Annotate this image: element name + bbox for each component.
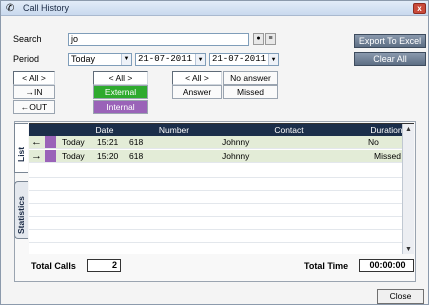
period-label: Period — [13, 54, 40, 64]
chevron-down-icon: ▼ — [121, 54, 131, 65]
location-all-toggle[interactable]: < All > — [93, 71, 148, 85]
date-from-value: 21-07-2011 — [138, 54, 193, 64]
call-table: Date Number Contact Duration ← Today 15:… — [29, 123, 414, 255]
window-title: Call History — [23, 3, 70, 13]
search-label: Search — [13, 34, 42, 44]
arrow-right-icon: → — [31, 150, 42, 162]
tab-list[interactable]: List — [14, 123, 28, 173]
table-row[interactable]: ← Today 15:21 618 Johnny No answer — [29, 136, 402, 160]
date-to-value: 21-07-2011 — [212, 54, 267, 64]
list-icon[interactable]: ≡ — [265, 33, 276, 45]
total-calls-label: Total Calls — [31, 261, 76, 271]
cell-contact: Johnny — [222, 137, 250, 147]
location-external-toggle[interactable]: External — [93, 85, 148, 99]
answer-toggle[interactable]: Answer — [172, 85, 222, 99]
no-answer-toggle[interactable]: No answer — [223, 71, 278, 85]
close-window-button[interactable]: x — [413, 3, 426, 14]
column-contact[interactable]: Contact — [219, 124, 359, 136]
search-input[interactable]: jo — [68, 33, 249, 46]
internal-marker — [45, 150, 56, 162]
table-header: Date Number Contact Duration — [29, 124, 414, 136]
direction-in-label: IN — [34, 87, 43, 97]
internal-marker — [45, 136, 56, 148]
phone-icon: ✆ — [6, 3, 15, 14]
close-button[interactable]: Close — [377, 289, 424, 304]
direction-out-toggle[interactable]: ←OUT — [13, 100, 55, 114]
total-time-value: 00:00:00 — [359, 259, 414, 272]
arrow-right-icon: → — [25, 87, 35, 97]
cell-number: 618 — [129, 151, 144, 161]
clear-all-button[interactable]: Clear All — [354, 52, 426, 66]
period-value: Today — [71, 54, 96, 64]
direction-in-toggle[interactable]: →IN — [13, 85, 55, 99]
table-row[interactable]: → Today 15:20 618 Johnny Missed — [29, 150, 402, 163]
date-to-field[interactable]: 21-07-2011 ▼ — [209, 53, 279, 66]
total-calls-value: 2 — [87, 259, 121, 272]
totals-bar: Total Calls 2 Total Time 00:00:00 — [29, 254, 414, 278]
cell-time: 15:21 — [97, 137, 119, 147]
column-number[interactable]: Number — [129, 124, 219, 136]
location-internal-toggle[interactable]: Internal — [93, 100, 148, 114]
cell-duration: Missed — [374, 151, 401, 161]
cell-contact: Johnny — [222, 151, 250, 161]
arrow-left-icon: ← — [20, 102, 30, 112]
chevron-down-icon: ▼ — [268, 54, 278, 65]
column-date[interactable]: Date — [77, 124, 132, 136]
chevron-down-icon: ▼ — [195, 54, 205, 65]
missed-toggle[interactable]: Missed — [223, 85, 278, 99]
grid-line — [29, 190, 402, 191]
direction-all-toggle[interactable]: < All > — [13, 71, 55, 85]
grid-line — [29, 242, 402, 243]
scroll-up-icon[interactable]: ▲ — [403, 124, 414, 135]
grid-line — [29, 177, 402, 178]
view-tabs: List Statistics — [14, 123, 29, 239]
grid-line — [29, 229, 402, 230]
vertical-scrollbar[interactable]: ▲ ▼ — [402, 124, 414, 255]
date-from-field[interactable]: 21-07-2011 ▼ — [135, 53, 206, 66]
cell-day: Today — [62, 137, 85, 147]
export-excel-button[interactable]: Export To Excel — [354, 34, 426, 48]
cell-day: Today — [62, 151, 85, 161]
total-time-label: Total Time — [304, 261, 349, 271]
period-select[interactable]: Today ▼ — [68, 53, 132, 66]
title-bar: ✆ Call History x — [1, 1, 428, 16]
call-history-window: ✆ Call History x Search jo ● ≡ Period To… — [0, 0, 429, 305]
cell-number: 618 — [129, 137, 144, 147]
direction-out-label: OUT — [29, 102, 48, 112]
arrow-left-icon: ← — [31, 136, 42, 148]
tab-statistics[interactable]: Statistics — [14, 181, 28, 239]
contact-icon[interactable]: ● — [253, 33, 264, 45]
grid-line — [29, 203, 402, 204]
cell-time: 15:20 — [97, 151, 119, 161]
grid-line — [29, 216, 402, 217]
answer-all-toggle[interactable]: < All > — [172, 71, 222, 85]
